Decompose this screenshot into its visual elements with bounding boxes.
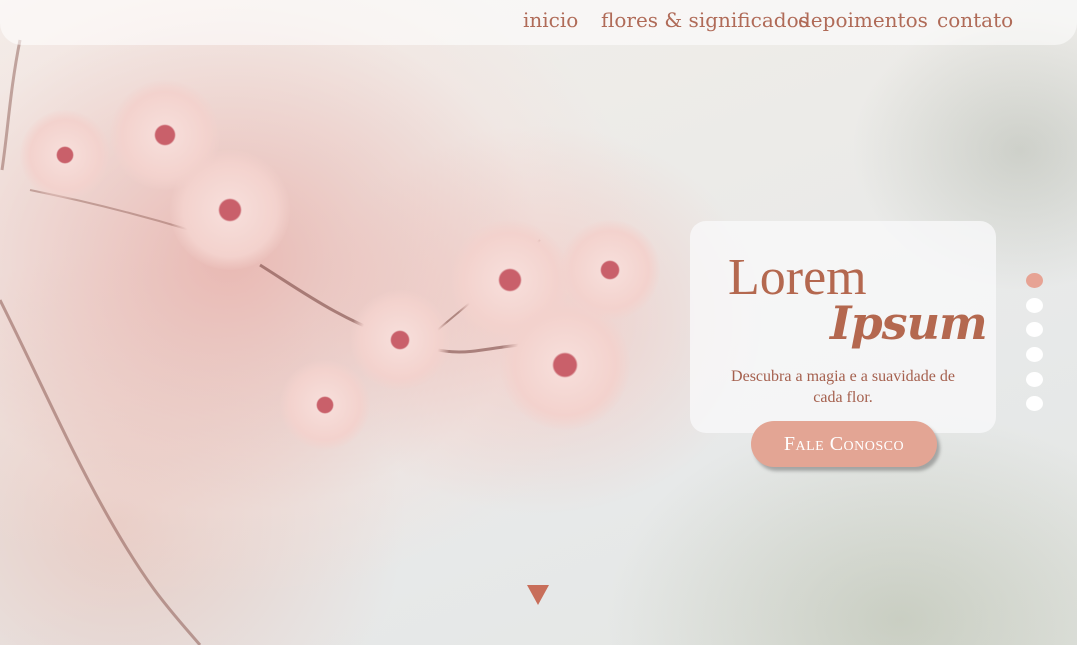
carousel-dot-6[interactable] — [1026, 396, 1043, 412]
carousel-dot-2[interactable] — [1026, 297, 1043, 313]
blossom-cluster — [280, 360, 370, 450]
carousel-indicators — [1026, 273, 1044, 421]
blossom-cluster — [170, 150, 290, 270]
carousel-dot-3[interactable] — [1026, 322, 1043, 338]
blossom-cluster — [20, 110, 110, 200]
carousel-dot-4[interactable] — [1026, 347, 1043, 363]
blossom-cluster — [350, 290, 450, 390]
contact-us-button[interactable]: Fale Conosco — [751, 421, 937, 467]
nav-link-flores-significados[interactable]: flores & significados — [601, 8, 809, 32]
blossom-cluster — [560, 220, 660, 320]
triangle-down-icon[interactable] — [527, 585, 549, 605]
hero-section: inicio flores & significados depoimentos… — [0, 0, 1077, 645]
carousel-dot-1[interactable] — [1026, 273, 1043, 288]
top-navigation: inicio flores & significados depoimentos… — [0, 0, 1077, 45]
hero-tagline: Descubra a magia e a suavidade de cada f… — [731, 368, 955, 406]
nav-link-depoimentos[interactable]: depoimentos — [798, 8, 928, 32]
carousel-dot-5[interactable] — [1026, 371, 1043, 387]
nav-link-inicio[interactable]: inicio — [523, 8, 578, 32]
hero-title-line2: Ipsum — [830, 296, 988, 350]
nav-link-contato[interactable]: contato — [937, 8, 1013, 32]
